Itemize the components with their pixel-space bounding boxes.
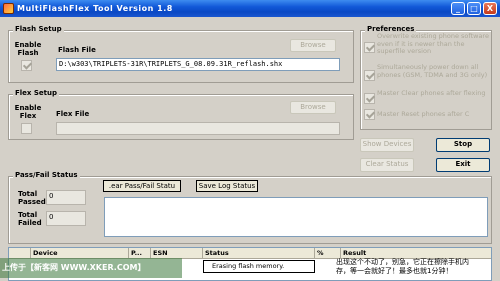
col-status[interactable]: Status: [203, 248, 315, 259]
enable-flex-checkbox[interactable]: [21, 123, 32, 134]
row-status: Erasing flash memory.: [203, 260, 315, 273]
save-log-button[interactable]: Save Log Status: [196, 180, 258, 192]
app-icon: [3, 3, 14, 14]
total-passed-field: 0: [46, 190, 86, 205]
exit-button[interactable]: Exit: [436, 158, 490, 172]
window-controls: _ □ X: [451, 2, 497, 15]
log-area[interactable]: [104, 197, 488, 237]
watermark-banner: 上传于【新客网 WWW.XKER.COM】: [0, 258, 182, 278]
caption-line-1: 出现这个不动了，别急，它正在擦除手机内: [336, 258, 469, 266]
flash-file-field[interactable]: D:\w303\TRIPLETS-31R\TRIPLETS_G_08.09.31…: [56, 58, 340, 71]
total-failed-label: Total Failed: [18, 211, 42, 227]
pass-fail-title: Pass/Fail Status: [13, 171, 80, 179]
caption-annotation: 出现这个不动了，别急，它正在擦除手机内 存，等一会就好了！最多也就1分钟！: [336, 258, 498, 279]
title-bar: MultiFlashFlex Tool Version 1.8 _ □ X: [0, 0, 500, 17]
flex-browse-button[interactable]: Browse: [290, 101, 336, 114]
flash-setup-group: Flash Setup: [8, 25, 354, 83]
total-passed-label: Total Passed: [18, 190, 46, 206]
clear-pass-fail-button[interactable]: .ear Pass/Fail Statu: [103, 180, 181, 192]
pref-overwrite-label: Overwrite existing phone software even i…: [377, 33, 489, 55]
enable-flex-label: Enable Flex: [14, 104, 42, 120]
clear-status-button[interactable]: Clear Status: [360, 158, 414, 172]
flex-file-field[interactable]: [56, 122, 340, 135]
show-devices-button[interactable]: Show Devices: [360, 138, 414, 152]
pref-master-reset-checkbox[interactable]: [364, 109, 375, 120]
preferences-title: Preferences: [365, 25, 417, 33]
pref-master-clear-label: Master Clear phones after flexing: [377, 89, 486, 97]
pref-master-reset-label: Master Reset phones after C: [377, 111, 470, 118]
flash-file-label: Flash File: [58, 46, 96, 54]
stop-button[interactable]: Stop: [436, 138, 490, 152]
flex-setup-title: Flex Setup: [13, 89, 60, 97]
pref-power-down-label: Simultaneously power down all phones (GS…: [377, 63, 488, 79]
pref-master-clear-checkbox[interactable]: [364, 93, 375, 104]
flash-setup-title: Flash Setup: [13, 25, 64, 33]
window-title: MultiFlashFlex Tool Version 1.8: [17, 4, 173, 13]
maximize-button[interactable]: □: [467, 2, 481, 15]
pref-power-down-checkbox[interactable]: [364, 70, 375, 81]
flash-browse-button[interactable]: Browse: [290, 39, 336, 52]
total-failed-field: 0: [46, 211, 86, 226]
caption-line-2: 存，等一会就好了！最多也就1分钟！: [336, 267, 453, 275]
close-button[interactable]: X: [483, 2, 497, 15]
minimize-button[interactable]: _: [451, 2, 465, 15]
flex-file-label: Flex File: [56, 110, 90, 118]
enable-flash-label: Enable Flash: [14, 41, 42, 57]
pref-overwrite-checkbox[interactable]: [364, 42, 375, 53]
enable-flash-checkbox[interactable]: [21, 60, 32, 71]
